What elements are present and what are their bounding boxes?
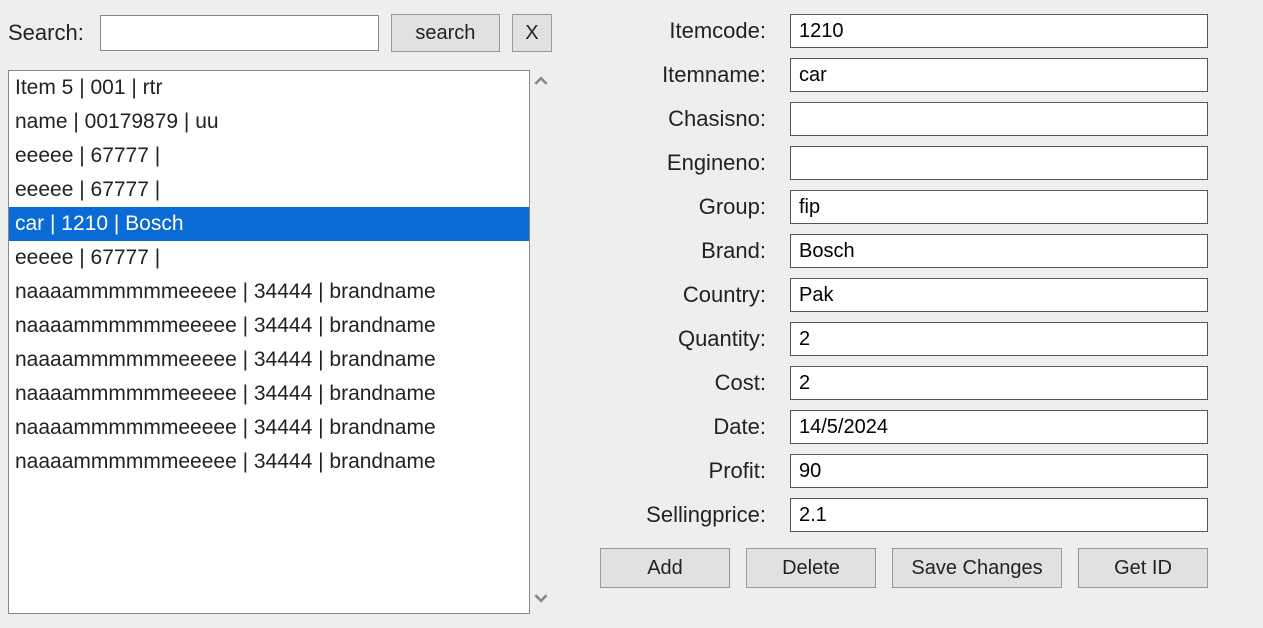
scroll-up-icon[interactable] xyxy=(534,74,548,93)
itemname-label: Itemname: xyxy=(600,62,790,88)
getid-button[interactable]: Get ID xyxy=(1078,548,1208,588)
form-row-quantity: Quantity: xyxy=(600,322,1208,356)
itemcode-field[interactable] xyxy=(790,14,1208,48)
list-item[interactable]: naaaammmmmmeeeee | 34444 | brandname xyxy=(9,411,529,445)
cost-field[interactable] xyxy=(790,366,1208,400)
list-item[interactable]: eeeee | 67777 | xyxy=(9,173,529,207)
country-field[interactable] xyxy=(790,278,1208,312)
list-item[interactable]: Item 5 | 001 | rtr xyxy=(9,71,529,105)
itemname-field[interactable] xyxy=(790,58,1208,92)
form-row-itemcode: Itemcode: xyxy=(600,14,1208,48)
sellingprice-label: Sellingprice: xyxy=(600,502,790,528)
list-item[interactable]: name | 00179879 | uu xyxy=(9,105,529,139)
save-button[interactable]: Save Changes xyxy=(892,548,1062,588)
quantity-label: Quantity: xyxy=(600,326,790,352)
search-label: Search: xyxy=(8,20,84,46)
quantity-field[interactable] xyxy=(790,322,1208,356)
form-row-engineno: Engineno: xyxy=(600,146,1208,180)
chasisno-label: Chasisno: xyxy=(600,106,790,132)
list-item[interactable]: naaaammmmmmeeeee | 34444 | brandname xyxy=(9,275,529,309)
brand-label: Brand: xyxy=(600,238,790,264)
form-row-country: Country: xyxy=(600,278,1208,312)
country-label: Country: xyxy=(600,282,790,308)
delete-button[interactable]: Delete xyxy=(746,548,876,588)
engineno-label: Engineno: xyxy=(600,150,790,176)
form-row-group: Group: xyxy=(600,190,1208,224)
list-item[interactable]: car | 1210 | Bosch xyxy=(9,207,529,241)
list-item[interactable]: eeeee | 67777 | xyxy=(9,241,529,275)
item-form: Itemcode: Itemname: Chasisno: Engineno: Grou… xyxy=(600,14,1208,532)
list-item[interactable]: naaaammmmmmeeeee | 34444 | brandname xyxy=(9,309,529,343)
profit-label: Profit: xyxy=(600,458,790,484)
list-item[interactable]: naaaammmmmmeeeee | 34444 | brandname xyxy=(9,445,529,479)
form-row-profit: Profit: xyxy=(600,454,1208,488)
group-label: Group: xyxy=(600,194,790,220)
search-button[interactable]: search xyxy=(391,14,500,52)
sellingprice-field[interactable] xyxy=(790,498,1208,532)
list-item[interactable]: naaaammmmmmeeeee | 34444 | brandname xyxy=(9,377,529,411)
results-listbox[interactable]: Item 5 | 001 | rtrname | 00179879 | uuee… xyxy=(8,70,530,614)
form-row-chasisno: Chasisno: xyxy=(600,102,1208,136)
itemcode-label: Itemcode: xyxy=(600,18,790,44)
profit-field[interactable] xyxy=(790,454,1208,488)
engineno-field[interactable] xyxy=(790,146,1208,180)
date-label: Date: xyxy=(600,414,790,440)
brand-field[interactable] xyxy=(790,234,1208,268)
form-row-itemname: Itemname: xyxy=(600,58,1208,92)
list-item[interactable]: naaaammmmmmeeeee | 34444 | brandname xyxy=(9,343,529,377)
add-button[interactable]: Add xyxy=(600,548,730,588)
clear-search-button[interactable]: X xyxy=(512,14,552,52)
form-row-date: Date: xyxy=(600,410,1208,444)
search-input[interactable] xyxy=(100,15,379,51)
list-item[interactable]: eeeee | 67777 | xyxy=(9,139,529,173)
form-row-cost: Cost: xyxy=(600,366,1208,400)
scroll-down-icon[interactable] xyxy=(534,591,548,610)
form-row-brand: Brand: xyxy=(600,234,1208,268)
group-field[interactable] xyxy=(790,190,1208,224)
form-row-sellingprice: Sellingprice: xyxy=(600,498,1208,532)
chasisno-field[interactable] xyxy=(790,102,1208,136)
cost-label: Cost: xyxy=(600,370,790,396)
date-field[interactable] xyxy=(790,410,1208,444)
